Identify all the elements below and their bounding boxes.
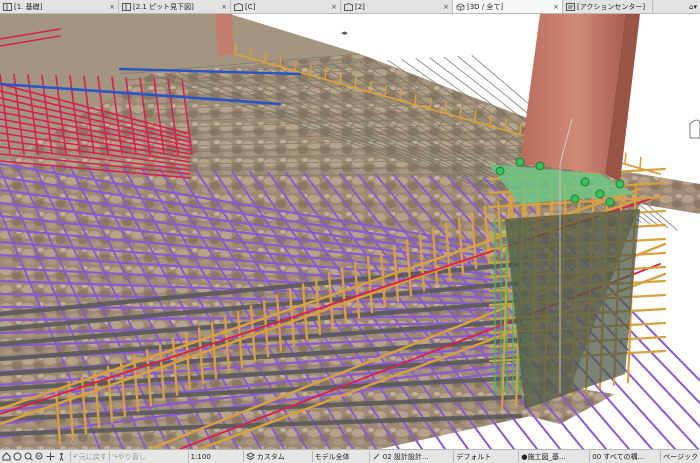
close-icon[interactable]: × — [218, 3, 227, 11]
action-center-icon — [566, 2, 575, 11]
zoom-out-icon[interactable] — [35, 452, 44, 461]
status-bar: ↶ 元に戻す ↷ やり直し 1:100 カスタム モデル全体 02 設計設計... … — [0, 449, 700, 463]
pen-icon — [373, 453, 380, 460]
pan-icon[interactable] — [46, 452, 55, 461]
tab-section-c[interactable]: [C] × — [231, 0, 341, 13]
renovation-value: ●施工図_基... — [521, 452, 566, 461]
close-icon[interactable]: × — [440, 3, 449, 11]
tab-label: [C] — [245, 2, 256, 11]
nav-tools — [0, 451, 70, 462]
redo-label: やり直し — [117, 452, 146, 461]
model-view-selector[interactable]: モデル全体 — [311, 451, 369, 462]
view-tab-bar: [1. 基礎] × [2.1 ピット見下図] × [C] × [2] × [3D… — [0, 0, 700, 14]
rebar-3d-model — [0, 14, 700, 449]
floorplan-icon — [3, 2, 12, 11]
zoom-in-icon[interactable] — [24, 452, 33, 461]
layers-icon — [245, 452, 255, 461]
undo-label: 元に戻す — [78, 452, 107, 461]
dimension-value: デフォルト — [456, 452, 492, 461]
scale-selector[interactable]: 1:100 — [187, 451, 243, 462]
tab-label: [1. 基礎] — [14, 2, 43, 11]
model-view-value: モデル全体 — [314, 452, 350, 461]
tab-action-center[interactable]: [アクションセンター] — [563, 0, 653, 13]
tab-label: [2] — [355, 2, 365, 11]
orbit-icon[interactable] — [13, 452, 22, 461]
tab-label: [アクションセンター] — [577, 2, 646, 11]
walk-icon[interactable] — [57, 452, 66, 461]
tab-menu-icon[interactable]: ⌂▾ — [689, 3, 697, 11]
layer-combo-value: カスタム — [256, 452, 285, 461]
page-label: ページック — [663, 452, 698, 461]
tab-foundation[interactable]: [1. 基礎] × — [0, 0, 119, 13]
close-icon[interactable]: × — [328, 3, 337, 11]
3d-view-icon — [456, 2, 465, 11]
partial-structure-value: 00 すべての構... — [592, 452, 645, 461]
section-icon — [234, 2, 243, 11]
house-icon[interactable] — [2, 452, 11, 461]
tab-label: [2.1 ピット見下図] — [133, 2, 194, 11]
section-icon — [344, 2, 353, 11]
view-cube-icon[interactable] — [689, 119, 700, 139]
pen-set-selector[interactable]: 02 設計設計... — [368, 451, 454, 462]
scale-value: 1:100 — [190, 452, 211, 461]
tab-pit-plan[interactable]: [2.1 ピット見下図] × — [119, 0, 231, 13]
undo-button[interactable]: ↶ 元に戻す — [70, 451, 109, 462]
page-button[interactable]: ページック — [660, 451, 700, 462]
3d-viewport[interactable]: ◂▸ — [0, 14, 700, 449]
tab-menu[interactable]: ⌂▾ — [653, 0, 700, 13]
tab-3d-all[interactable]: [3D / 全て] × — [453, 0, 563, 13]
pen-set-value: 02 設計設計... — [382, 452, 429, 461]
tab-label: [3D / 全て] — [467, 2, 504, 11]
partial-structure-selector[interactable]: 00 すべての構... — [589, 451, 660, 462]
close-icon[interactable]: × — [550, 3, 559, 11]
tab-section-2[interactable]: [2] × — [341, 0, 453, 13]
dimension-selector[interactable]: デフォルト — [453, 451, 518, 462]
layer-combination-selector[interactable]: カスタム — [242, 451, 312, 462]
floorplan-icon — [122, 2, 131, 11]
redo-button[interactable]: ↷ やり直し — [108, 451, 188, 462]
close-icon[interactable]: × — [106, 3, 115, 11]
renovation-filter-selector[interactable]: ●施工図_基... — [518, 451, 589, 462]
nav-arrows-icon[interactable]: ◂▸ — [341, 29, 348, 37]
